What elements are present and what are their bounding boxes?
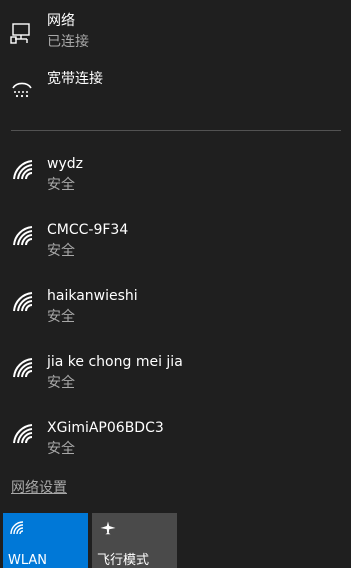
wifi-name: wydz	[47, 156, 83, 172]
wifi-icon	[10, 521, 24, 535]
wifi-security: 安全	[47, 243, 75, 259]
wifi-network-item[interactable]: jia ke chong mei jia 安全	[0, 343, 351, 409]
wifi-signal-icon	[13, 226, 33, 246]
wifi-name: jia ke chong mei jia	[47, 354, 183, 370]
airplane-icon	[100, 521, 116, 535]
wifi-network-item[interactable]: CMCC-9F34 安全	[0, 211, 351, 277]
wlan-tile-label: WLAN	[8, 553, 48, 568]
wifi-name: CMCC-9F34	[47, 222, 129, 238]
wlan-toggle-tile[interactable]: WLAN	[3, 513, 88, 568]
wifi-network-item[interactable]: haikanwieshi 安全	[0, 277, 351, 343]
wifi-security: 安全	[47, 177, 75, 193]
wifi-signal-icon	[13, 292, 33, 312]
wifi-name: XGimiAP06BDC3	[47, 420, 164, 436]
wifi-security: 安全	[47, 441, 75, 457]
wifi-signal-icon	[13, 424, 33, 444]
network-connection-item[interactable]: 网络 已连接	[0, 4, 351, 60]
ethernet-monitor-icon	[10, 23, 30, 44]
broadband-connection-item[interactable]: 宽带连接	[0, 62, 351, 118]
wifi-network-item[interactable]: wydz 安全	[0, 145, 351, 211]
wifi-signal-icon	[13, 358, 33, 378]
wifi-network-list: wydz 安全 CMCC-9F34 安全 haikanwieshi 安全 jia…	[0, 145, 351, 475]
network-name: 网络	[47, 13, 75, 29]
broadband-name: 宽带连接	[47, 71, 103, 87]
airplane-mode-tile[interactable]: 飞行模式	[92, 513, 177, 568]
wifi-name: haikanwieshi	[47, 288, 138, 304]
wifi-security: 安全	[47, 375, 75, 391]
network-status: 已连接	[47, 34, 89, 50]
airplane-tile-label: 飞行模式	[97, 553, 150, 568]
wifi-security: 安全	[47, 309, 75, 325]
wifi-signal-icon	[13, 160, 33, 180]
dialup-connection-icon	[12, 82, 32, 98]
network-settings-link[interactable]: 网络设置	[11, 478, 67, 498]
network-flyout: 网络 已连接 宽带连接 wydz 安全 CMCC-9F34 安全 haikanw…	[0, 0, 351, 568]
divider	[11, 130, 341, 131]
wifi-network-item[interactable]: XGimiAP06BDC3 安全	[0, 409, 351, 475]
